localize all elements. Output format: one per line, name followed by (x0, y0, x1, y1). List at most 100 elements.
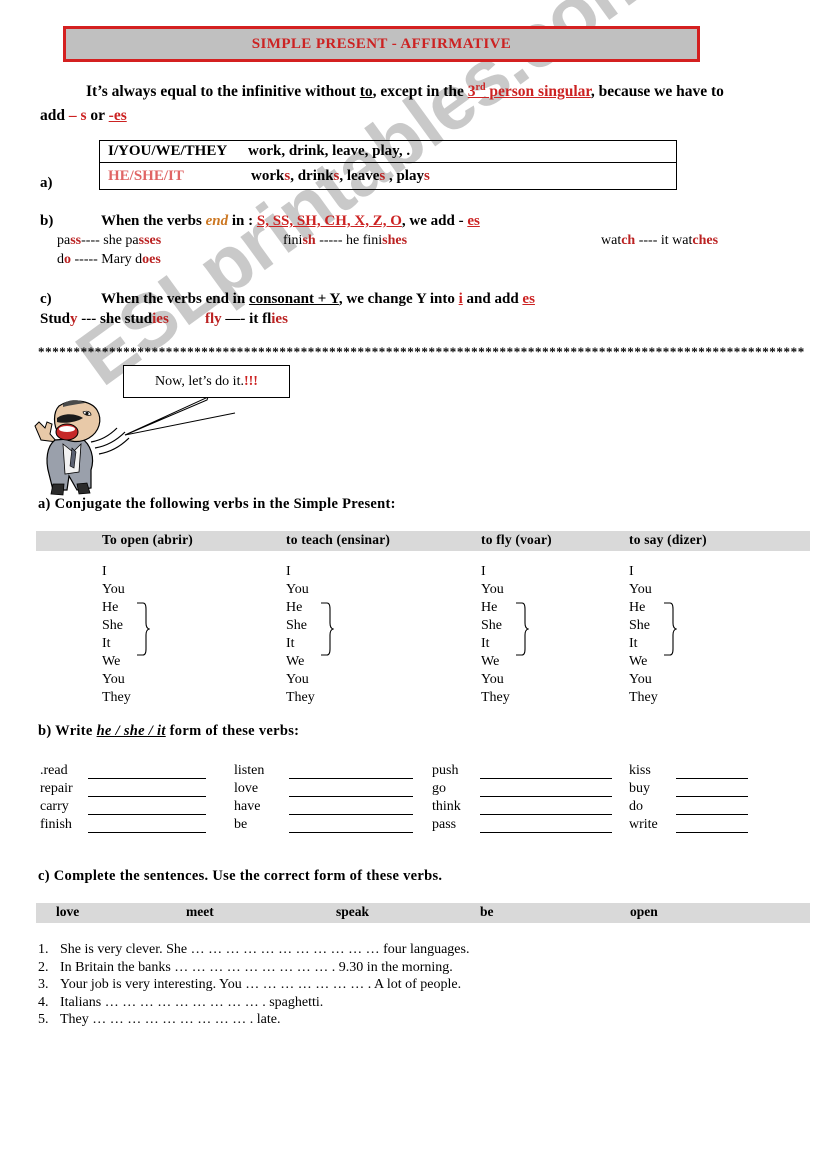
verb-label: be (234, 817, 248, 832)
answer-blank-line[interactable] (88, 783, 206, 797)
answer-blank-line[interactable] (289, 765, 413, 779)
conjugation-pronoun: You (286, 672, 309, 687)
verb-stem: , leave (339, 167, 380, 184)
sentence-item: 1. She is very clever. She … … … … … … … … (38, 941, 469, 959)
verb-blank-row: have (234, 797, 413, 815)
answer-blank-line[interactable] (480, 765, 612, 779)
bubble-text: Now, let’s do it. (155, 373, 244, 389)
conjugation-column-2: I You He She It We You They (286, 563, 315, 707)
verb-bank-word-2: meet (186, 904, 214, 919)
conjugation-pronoun: They (629, 690, 658, 705)
rule-b-pre: When the verbs (101, 213, 206, 229)
verb-label: .read (40, 763, 68, 778)
answer-blank-line[interactable] (289, 783, 413, 797)
example-finish: finish ----- he finishes (283, 233, 408, 248)
brace-he-she-it (137, 602, 150, 656)
conjugation-pronoun: It (481, 636, 490, 651)
verb-blank-row: write (629, 815, 748, 833)
section-b-heading: b) Write he / she / it form of these ver… (38, 723, 299, 740)
verb-column-header-4: to say (dizer) (629, 532, 707, 547)
conjugation-pronoun: She (481, 618, 502, 633)
answer-blank-line[interactable] (88, 819, 206, 833)
conjugation-pronoun: You (629, 672, 652, 687)
sentences-list: 1. She is very clever. She … … … … … … … … (38, 941, 469, 1029)
sentence-number: 2. (38, 959, 49, 975)
page-title: SIMPLE PRESENT - AFFIRMATIVE (251, 35, 512, 52)
section-a-heading: a) Conjugate the following verbs in the … (38, 496, 396, 512)
sentence-item: 5. They … … … … … … … … … . late. (38, 1011, 469, 1029)
pronouns-third-person: HE/SHE/IT (108, 167, 184, 184)
verb-label: love (234, 781, 259, 796)
sentence-text: They … … … … … … … … … . late. (60, 1012, 281, 1027)
example-watch: watch ---- it watches (601, 233, 719, 248)
ordinal-number: 3 (467, 83, 476, 101)
conjugation-pronoun: You (481, 582, 504, 597)
sentence-item: 2. In Britain the banks … … … … … … … … …… (38, 959, 469, 977)
answer-blank-line[interactable] (676, 783, 748, 797)
verb-bank-word-4: be (480, 904, 494, 919)
verb-blank-row: kiss (629, 761, 748, 779)
verb-label: carry (40, 799, 69, 814)
conjugation-pronoun: You (102, 672, 125, 687)
answer-blank-line[interactable] (676, 819, 748, 833)
conjugation-pronoun: You (481, 672, 504, 687)
rule-b-text: When the verbs end in : S, SS, SH, CH, X… (101, 213, 480, 230)
rule-c-suffix: es (522, 291, 535, 307)
answer-blank-line[interactable] (289, 801, 413, 815)
conjugation-pronoun: I (481, 564, 486, 579)
rule-b-post: , we add - (401, 213, 468, 229)
conjugation-pronoun: It (286, 636, 295, 651)
example-study: Study --- she studies (40, 311, 169, 327)
intro-or: or (86, 107, 109, 125)
conjugation-pronoun: He (102, 600, 119, 615)
answer-blank-line[interactable] (480, 801, 612, 815)
answer-blank-line[interactable] (88, 801, 206, 815)
conjugation-pronoun: He (629, 600, 646, 615)
conjugation-column-4: I You He She It We You They (629, 563, 658, 707)
sentence-text: Your job is very interesting. You … … … … (60, 977, 462, 992)
intro-to: to (359, 83, 373, 101)
verb-blank-row: finish (40, 815, 206, 833)
answer-blank-line[interactable] (480, 819, 612, 833)
intro-part1: It’s always equal to the infinitive with… (86, 83, 360, 101)
sentence-item: 3. Your job is very interesting. You … … … (38, 976, 469, 994)
verb-blank-row: buy (629, 779, 748, 797)
section-b-heading-pre: b) Write (38, 723, 97, 739)
answer-blank-line[interactable] (289, 819, 413, 833)
asterisk-divider: ****************************************… (38, 344, 805, 359)
conjugation-pronoun: She (286, 618, 307, 633)
answer-blank-line[interactable] (480, 783, 612, 797)
rule-c-mid: , we change Y into (338, 291, 459, 307)
example-fly: fly —- it flies (205, 311, 288, 327)
rule-c-pre: When the verbs end in (101, 291, 249, 307)
verb-blank-row: listen (234, 761, 413, 779)
verb-label: buy (629, 781, 650, 796)
conjugation-pronoun: We (286, 654, 305, 669)
rule-b-mid: in : (228, 213, 257, 229)
worksheet-title-box: SIMPLE PRESENT - AFFIRMATIVE (63, 26, 700, 62)
verb-label: do (629, 799, 643, 814)
rule-c-text: When the verbs end in consonant + Y, we … (101, 291, 535, 308)
verb-label: push (432, 763, 459, 778)
verb-bank-word-1: love (56, 904, 80, 919)
sentence-number: 3. (38, 977, 49, 992)
brace-he-she-it (516, 602, 529, 656)
intro-part2: , except in the (372, 83, 468, 101)
conjugation-pronoun: We (481, 654, 500, 669)
conjugation-pronoun: They (102, 690, 131, 705)
sentence-text: She is very clever. She … … … … … … … … … (60, 942, 470, 957)
answer-blank-line[interactable] (676, 765, 748, 779)
conjugation-pronoun: It (102, 636, 111, 651)
rule-b-end-word: end (205, 213, 229, 229)
verb-label: pass (432, 817, 457, 832)
conjugation-pronoun: We (629, 654, 648, 669)
verb-label: kiss (629, 763, 651, 778)
verb-ending-s: s (423, 167, 430, 184)
conjugation-pronoun: They (286, 690, 315, 705)
rule-c-mid2: and add (462, 291, 523, 307)
answer-blank-line[interactable] (676, 801, 748, 815)
pronoun-conjugation-table: I/YOU/WE/THEY work, drink, leave, play, … (99, 140, 677, 190)
verb-bank-word-5: open (630, 904, 658, 919)
rule-b-letters: S, SS, SH, CH, X, Z, O (256, 213, 402, 229)
answer-blank-line[interactable] (88, 765, 206, 779)
